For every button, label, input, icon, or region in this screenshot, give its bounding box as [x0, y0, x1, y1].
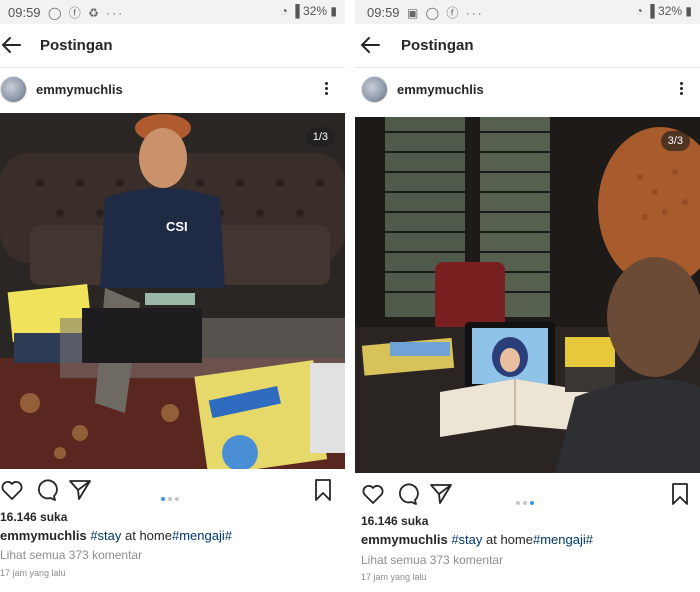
carousel-dot [522, 501, 527, 505]
more-vertical-icon [679, 82, 683, 85]
page-title: Postingan [40, 37, 113, 54]
share-button[interactable] [68, 478, 92, 502]
back-arrow-icon [360, 37, 380, 53]
back-arrow-icon [1, 37, 21, 53]
carousel-dot [515, 501, 520, 505]
post-screen-left: 09:59 ◯ ⓕ ♻ ··· ◔ ▐ 32% ▮ Postingan emmy… [0, 0, 345, 592]
status-time: 09:59 [367, 5, 400, 20]
signal-icon: ▐ [291, 4, 300, 18]
notification-icons: ◯ ⓕ ♻ ··· [48, 6, 125, 20]
svg-text:CSI: CSI [166, 219, 188, 234]
heart-icon [362, 485, 384, 504]
username[interactable]: emmymuchlis [36, 82, 123, 97]
carousel-indicator [160, 488, 185, 501]
hashtag-mengaji[interactable]: #mengaji# [533, 532, 593, 547]
back-button[interactable] [0, 32, 28, 58]
caption-username[interactable]: emmymuchlis [361, 532, 448, 547]
likes-count[interactable]: 16.146 suka [0, 510, 67, 524]
like-button[interactable] [361, 482, 385, 506]
comment-icon [399, 483, 419, 505]
bookmark-icon [672, 483, 688, 505]
battery-level: 32% [303, 4, 328, 18]
hashtag-stay[interactable]: #stay [448, 532, 482, 547]
save-button[interactable] [311, 478, 335, 502]
more-options-button[interactable] [676, 80, 686, 100]
avatar[interactable] [361, 76, 388, 103]
bookmark-icon [315, 479, 331, 501]
post-photo[interactable]: CSI 1/3 [0, 113, 345, 469]
notification-icons: ▣ ◯ ⓕ ··· [407, 6, 484, 20]
save-button[interactable] [668, 482, 692, 506]
post-header: emmymuchlis [355, 70, 700, 110]
image-counter: 1/3 [305, 127, 335, 147]
status-right: ◔ ▐ 32% ▮ [281, 4, 337, 18]
view-comments-link[interactable]: Lihat semua 373 komentar [0, 548, 142, 562]
hashtag-stay[interactable]: #stay [87, 528, 121, 543]
caption-username[interactable]: emmymuchlis [0, 528, 87, 543]
status-bar: 09:59 ◯ ⓕ ♻ ··· ◔ ▐ 32% ▮ [0, 0, 345, 24]
action-bar [0, 474, 345, 506]
comment-button[interactable] [34, 478, 58, 502]
heart-icon [1, 481, 23, 500]
post-time: 17 jam yang lalu [0, 568, 66, 578]
share-button[interactable] [429, 482, 453, 506]
comment-button[interactable] [395, 482, 419, 506]
post-header: emmymuchlis [0, 70, 345, 110]
post-screen-right: 09:59 ▣ ◯ ⓕ ··· ◔ ▐ 32% ▮ Postingan emmy… [355, 0, 700, 592]
status-bar: 09:59 ▣ ◯ ⓕ ··· ◔ ▐ 32% ▮ [355, 0, 700, 24]
battery-icon: ▮ [330, 4, 337, 18]
caption: emmymuchlis #stay at home#mengaji# [361, 532, 593, 547]
status-right: ◔ ▐ 32% ▮ [636, 4, 692, 18]
action-bar [355, 478, 700, 510]
app-bar: Postingan [355, 24, 700, 68]
post-time: 17 jam yang lalu [361, 572, 427, 582]
likes-count[interactable]: 16.146 suka [361, 514, 428, 528]
carousel-dot-active [160, 497, 165, 501]
carousel-dot-active [529, 501, 534, 505]
caption: emmymuchlis #stay at home#mengaji# [0, 528, 232, 543]
battery-icon: ▮ [685, 4, 692, 18]
photo-image: CSI [0, 113, 345, 469]
divider [345, 0, 355, 592]
comment-icon [38, 479, 58, 501]
carousel-dot [167, 497, 172, 501]
share-icon [430, 484, 452, 504]
avatar[interactable] [0, 76, 27, 103]
signal-icon: ▐ [646, 4, 655, 18]
share-icon [69, 480, 91, 500]
hashtag-mengaji[interactable]: #mengaji# [172, 528, 232, 543]
photo-image [355, 117, 700, 473]
status-time: 09:59 [8, 5, 41, 20]
wifi-icon: ◔ [635, 4, 643, 18]
carousel-indicator [515, 492, 540, 505]
page-title: Postingan [401, 37, 474, 54]
carousel-dot [174, 497, 179, 501]
caption-text: at home [482, 532, 533, 547]
wifi-icon: ◔ [280, 4, 288, 18]
image-counter: 3/3 [660, 131, 690, 151]
username[interactable]: emmymuchlis [397, 82, 484, 97]
view-comments-link[interactable]: Lihat semua 373 komentar [361, 553, 503, 567]
like-button[interactable] [0, 478, 24, 502]
more-options-button[interactable] [321, 80, 331, 100]
back-button[interactable] [359, 32, 387, 58]
caption-text: at home [121, 528, 172, 543]
battery-level: 32% [658, 4, 683, 18]
more-vertical-icon [324, 82, 328, 85]
post-photo[interactable]: 3/3 [355, 117, 700, 473]
app-bar: Postingan [0, 24, 345, 68]
